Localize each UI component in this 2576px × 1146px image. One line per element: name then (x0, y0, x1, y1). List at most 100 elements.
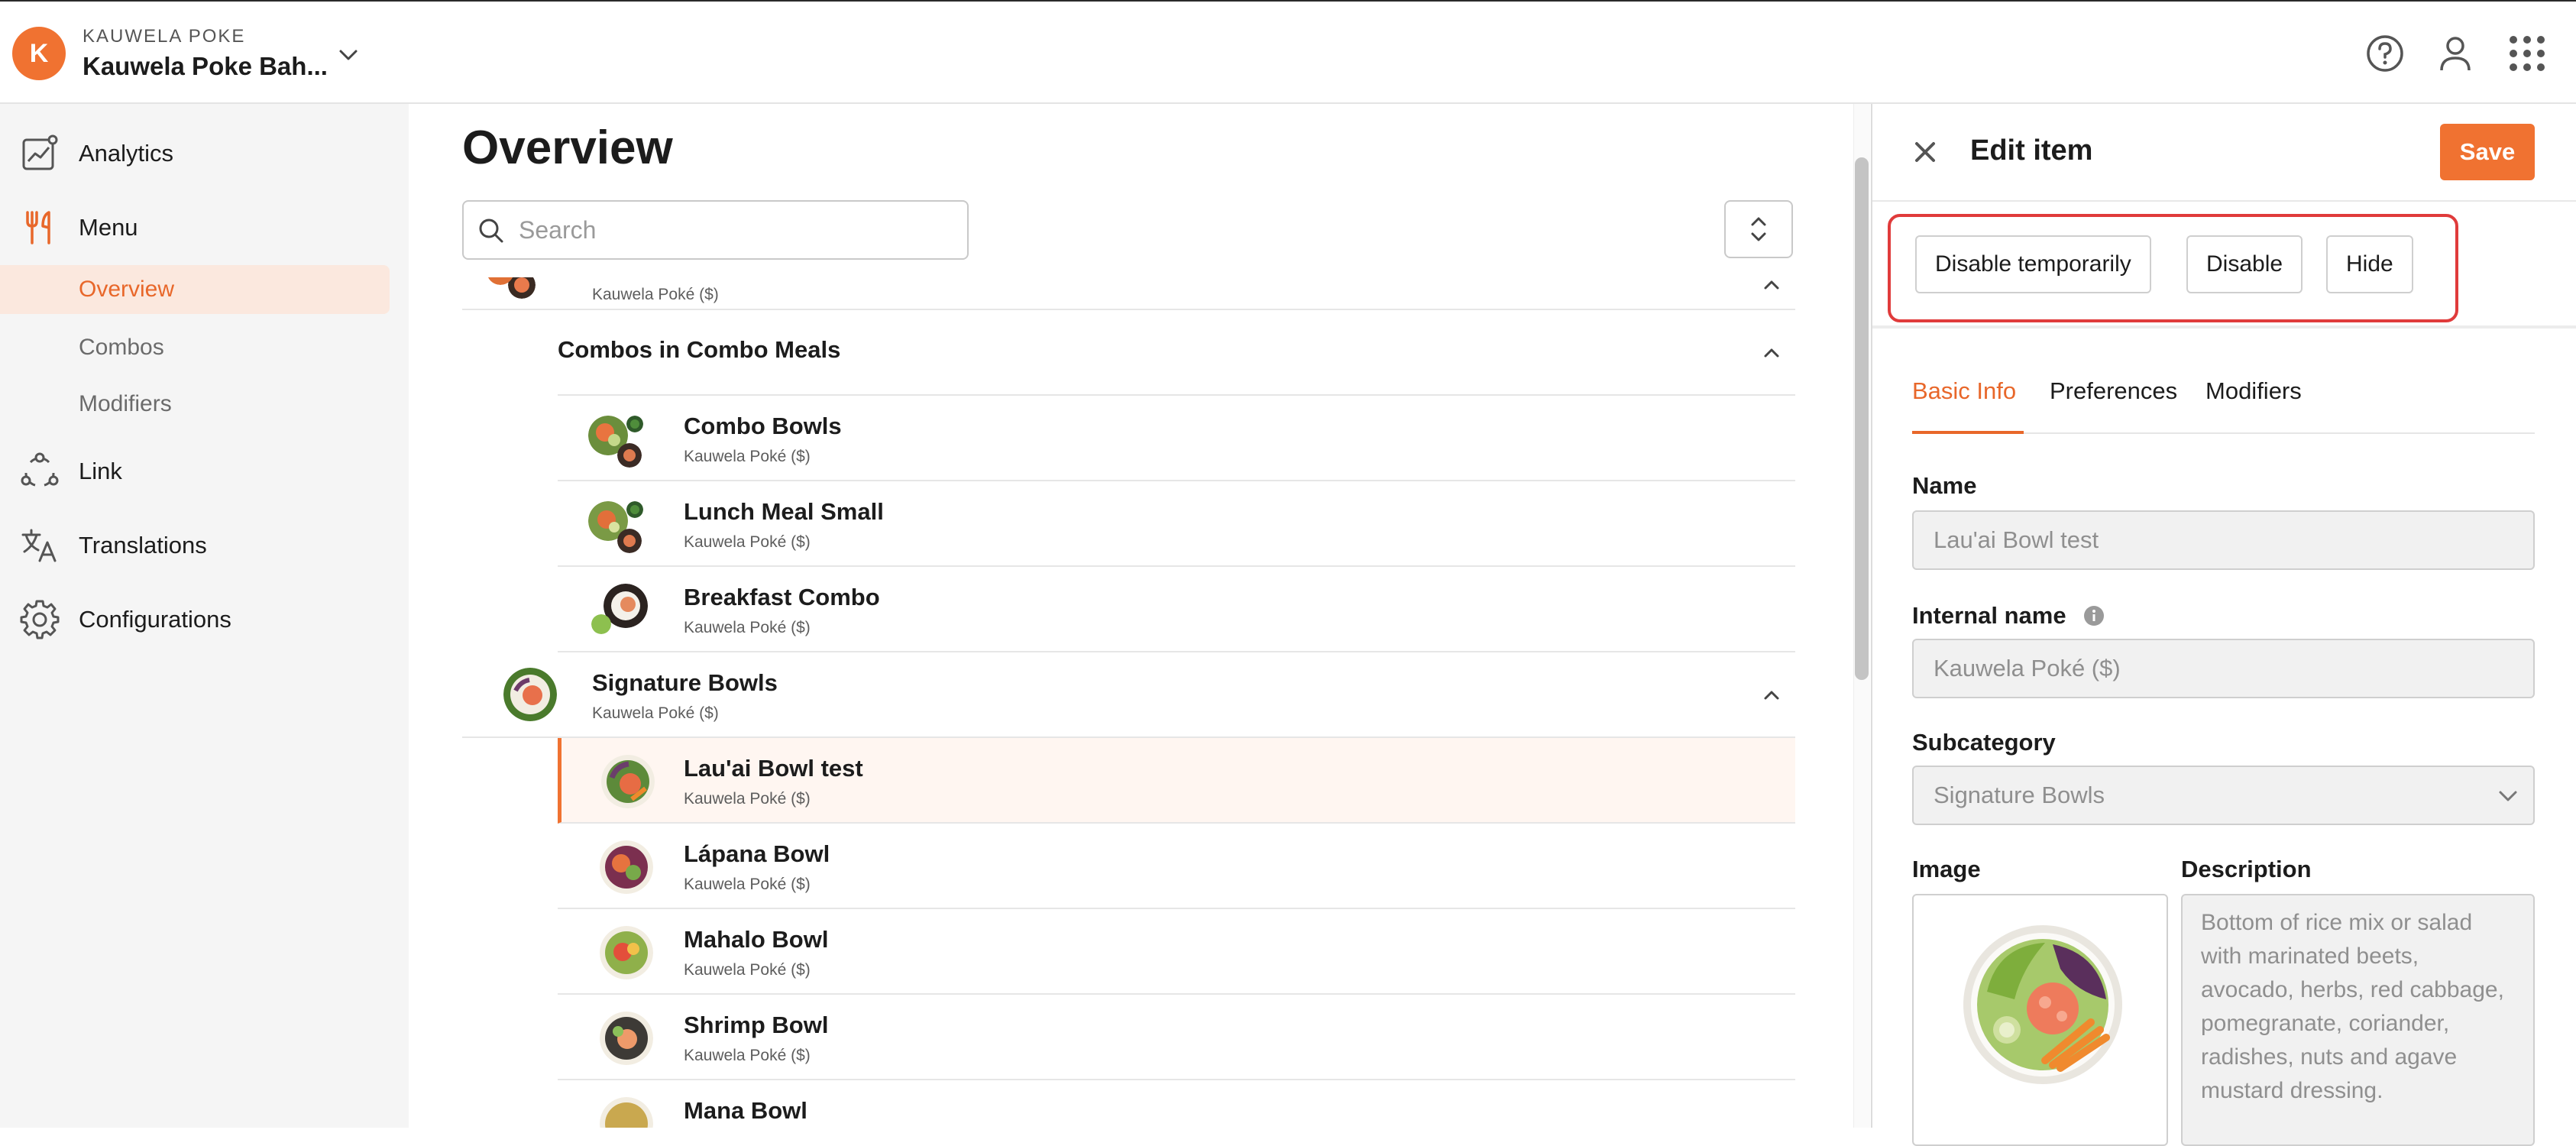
chevron-up-icon[interactable] (1756, 338, 1787, 368)
item-subtitle: Kauwela Poké ($) (684, 961, 811, 979)
item-name: Lápana Bowl (684, 840, 830, 867)
fork-knife-icon (26, 211, 50, 244)
panel-divider (1872, 325, 2576, 329)
help-icon[interactable] (2364, 32, 2406, 75)
disable-button[interactable]: Disable (2186, 235, 2303, 293)
item-subtitle: Kauwela Poké ($) (592, 286, 719, 303)
item-thumbnail (600, 1012, 653, 1065)
org-label: KAUWELA POKE (83, 26, 246, 47)
tab-basic-info[interactable]: Basic Info (1912, 377, 2024, 434)
sidebar-item-label: Configurations (79, 606, 231, 633)
list-item[interactable]: Combo Bowls Kauwela Poké ($) (558, 396, 1795, 481)
sidebar-subitem-overview[interactable]: Overview (0, 265, 390, 314)
internal-name-label: Internal name (1912, 602, 2066, 629)
list-scrollbar-thumb[interactable] (1855, 157, 1869, 680)
item-name: Mana Bowl (684, 1097, 807, 1124)
list-item-selected[interactable]: Lau'ai Bowl test Kauwela Poké ($) (558, 738, 1795, 824)
name-field[interactable]: Lau'ai Bowl test (1912, 510, 2535, 570)
close-icon[interactable] (1911, 138, 1940, 167)
category-subtitle: Kauwela Poké ($) (592, 704, 719, 722)
item-subtitle: Kauwela Poké ($) (684, 533, 811, 551)
sidebar-subitem-label: Combos (79, 335, 164, 360)
page-title: Overview (462, 121, 673, 174)
item-thumbnail (626, 501, 643, 518)
item-subtitle: Kauwela Poké ($) (684, 876, 811, 893)
sidebar-item-label: Link (79, 458, 122, 484)
tab-preferences[interactable]: Preferences (2050, 377, 2187, 434)
item-subtitle: Kauwela Poké ($) (684, 448, 811, 465)
name-label: Name (1912, 472, 1977, 499)
item-thumbnail (617, 529, 642, 553)
description-field[interactable]: Bottom of rice mix or salad with marinat… (2181, 894, 2535, 1146)
section-header-combos[interactable]: Combos in Combo Meals (558, 310, 1795, 396)
sort-toggle-button[interactable] (1724, 200, 1793, 258)
image-label: Image (1912, 856, 1981, 882)
list-item-partial[interactable]: Kauwela Poké ($) (462, 277, 1795, 310)
item-subtitle: Kauwela Poké ($) (684, 790, 811, 808)
image-upload-box[interactable] (1912, 894, 2168, 1146)
store-avatar[interactable]: K (12, 27, 66, 80)
list-item[interactable]: Breakfast Combo Kauwela Poké ($) (558, 567, 1795, 652)
hide-button[interactable]: Hide (2326, 235, 2413, 293)
top-bar: K KAUWELA POKE Kauwela Poke Bah... (0, 0, 2576, 104)
list-item[interactable]: Lápana Bowl Kauwela Poké ($) (558, 824, 1795, 909)
category-thumbnail (503, 668, 557, 721)
item-thumbnail (508, 277, 536, 299)
analytics-icon (22, 134, 58, 170)
disable-temporarily-button[interactable]: Disable temporarily (1915, 235, 2151, 293)
internal-name-field[interactable]: Kauwela Poké ($) (1912, 639, 2535, 698)
chevron-up-icon[interactable] (1756, 277, 1787, 300)
edit-item-panel: Edit item Save Disable temporarily Disab… (1871, 104, 2576, 1146)
translate-icon (21, 529, 57, 562)
save-button[interactable]: Save (2440, 124, 2535, 180)
sidebar-item-menu[interactable]: Menu (0, 201, 409, 254)
item-thumbnail (600, 926, 653, 979)
item-thumbnail (601, 755, 655, 808)
sidebar-item-translations[interactable]: Translations (0, 519, 409, 572)
category-row-signature-bowls[interactable]: Signature Bowls Kauwela Poké ($) (462, 652, 1795, 738)
item-name: Combo Bowls (684, 413, 842, 439)
search-input[interactable] (519, 209, 954, 251)
user-icon[interactable] (2434, 32, 2477, 75)
apps-grid-icon[interactable] (2506, 32, 2548, 75)
subcategory-select[interactable]: Signature Bowls (1912, 766, 2535, 825)
store-name[interactable]: Kauwela Poke Bah... (83, 52, 328, 81)
sidebar-subitem-combos[interactable]: Combos (0, 323, 390, 372)
list-item[interactable]: Shrimp Bowl Kauwela Poké ($) (558, 995, 1795, 1080)
info-icon[interactable] (2083, 605, 2105, 626)
item-name: Lau'ai Bowl test (684, 755, 863, 782)
list-item[interactable]: Mana Bowl (558, 1080, 1795, 1128)
subcategory-label: Subcategory (1912, 729, 2056, 756)
list-item[interactable]: Mahalo Bowl Kauwela Poké ($) (558, 909, 1795, 995)
sidebar: Analytics Menu Overview Combos Modifiers… (0, 104, 409, 1128)
item-thumbnail (626, 416, 643, 432)
chevron-down-icon[interactable] (333, 40, 364, 70)
panel-title: Edit item (1970, 134, 2093, 167)
sidebar-item-link[interactable]: Link (0, 445, 409, 498)
sidebar-subitem-modifiers[interactable]: Modifiers (0, 380, 390, 429)
search-icon (479, 219, 503, 243)
item-subtitle: Kauwela Poké ($) (684, 1047, 811, 1064)
sidebar-item-configurations[interactable]: Configurations (0, 593, 409, 646)
item-name: Shrimp Bowl (684, 1012, 829, 1038)
sidebar-item-label: Translations (79, 532, 207, 558)
item-name: Lunch Meal Small (684, 498, 884, 525)
item-name: Mahalo Bowl (684, 926, 829, 953)
subcategory-value: Signature Bowls (1934, 782, 2105, 808)
sidebar-item-label: Menu (79, 214, 138, 241)
gear-icon (20, 600, 60, 639)
sort-arrows-icon (1751, 217, 1766, 241)
description-label: Description (2181, 856, 2312, 882)
search-box[interactable] (462, 200, 969, 260)
tab-modifiers[interactable]: Modifiers (2205, 377, 2312, 434)
chevron-up-icon[interactable] (1756, 680, 1787, 711)
item-subtitle: Kauwela Poké ($) (684, 619, 811, 636)
item-name: Breakfast Combo (684, 584, 880, 610)
sidebar-item-analytics[interactable]: Analytics (0, 127, 409, 180)
link-nodes-icon (21, 452, 59, 487)
list-item[interactable]: Lunch Meal Small Kauwela Poké ($) (558, 481, 1795, 567)
chevron-down-icon (2499, 791, 2517, 801)
sidebar-subitem-label: Overview (79, 277, 175, 302)
bowl-image (1963, 925, 2122, 1084)
section-title: Combos in Combo Meals (558, 336, 841, 363)
